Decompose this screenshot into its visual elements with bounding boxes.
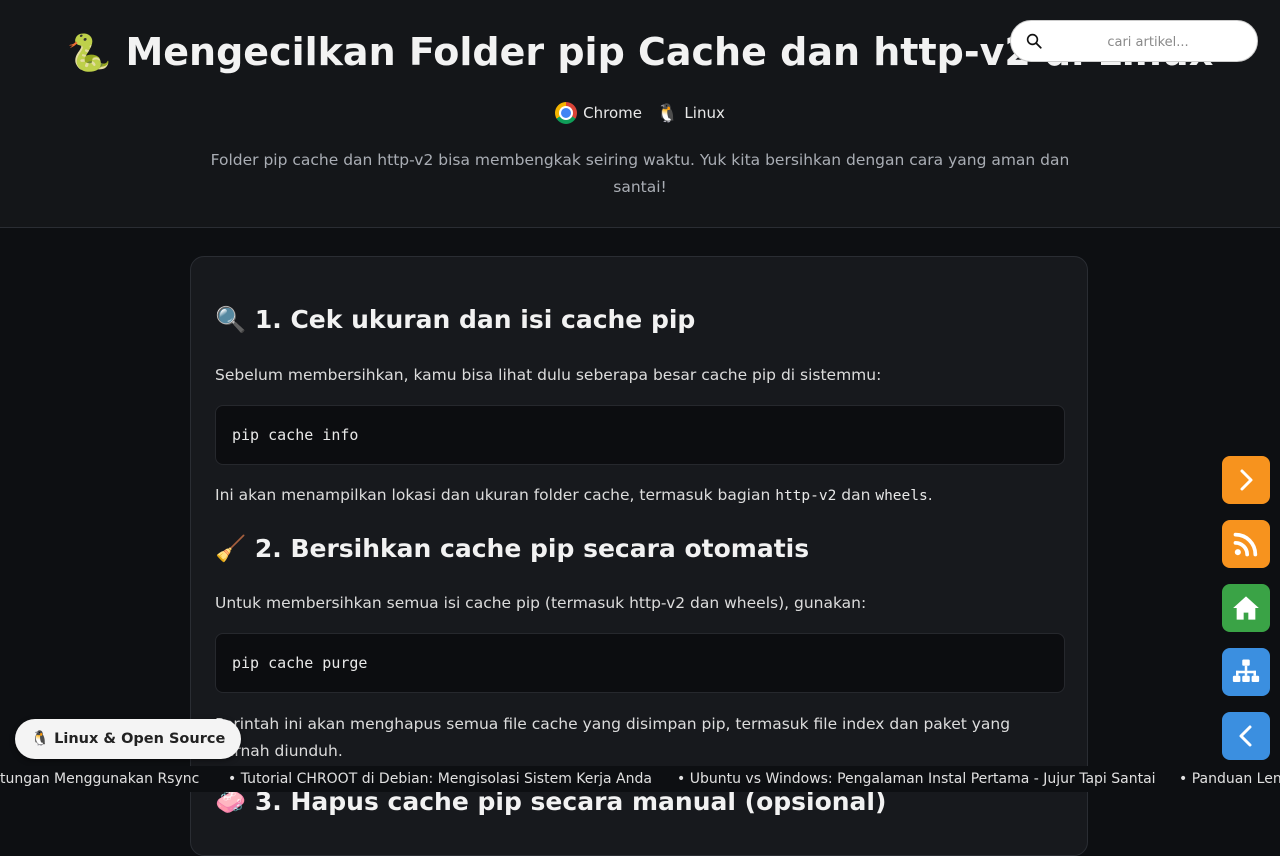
page-subtitle: Folder pip cache dan http-v2 bisa memben… — [210, 151, 1070, 196]
search-box[interactable] — [1010, 20, 1258, 62]
section-heading-text: 2. Bersihkan cache pip secara otomatis — [254, 534, 810, 563]
rss-icon — [1233, 532, 1258, 557]
section-paragraph: Untuk membersihkan semua isi cache pip (… — [215, 594, 867, 612]
section-heading-text: 1. Cek ukuran dan isi cache pip — [254, 305, 696, 334]
section-paragraph: Perintah ini akan menghapus semua file c… — [215, 715, 1011, 760]
inline-code: http-v2 — [775, 488, 837, 504]
search-input[interactable] — [1051, 29, 1245, 55]
next-button[interactable] — [1222, 456, 1270, 504]
ticker-item-text: Tutorial CHROOT di Debian: Mengisolasi S… — [240, 771, 652, 787]
category-badge-label: Linux & Open Source — [54, 731, 226, 747]
paragraph-text: Ini akan menampilkan lokasi dan ukuran f… — [215, 486, 776, 504]
chrome-icon — [555, 102, 578, 124]
platform-label: Linux — [684, 104, 725, 122]
category-badge[interactable]: 🐧 Linux & Open Source — [15, 719, 242, 759]
platform-list: Chrome 🐧 Linux — [0, 102, 1280, 124]
ticker-item[interactable]: • Panduan Len — [1179, 766, 1280, 792]
magnifier-icon: 🔍 — [215, 305, 247, 334]
broom-icon: 🧹 — [215, 534, 247, 563]
platform-chrome: Chrome — [555, 102, 642, 124]
rss-button[interactable] — [1222, 520, 1270, 568]
code-block[interactable]: pip cache info — [215, 405, 1065, 465]
tux-icon: 🐧 — [31, 731, 50, 747]
chevron-right-icon — [1240, 469, 1253, 491]
home-button[interactable] — [1222, 584, 1270, 632]
ticker-item-text: Panduan Len — [1191, 771, 1280, 787]
news-ticker: tungan Menggunakan Rsync • Tutorial CHRO… — [0, 766, 1280, 792]
paragraph-text: . — [927, 486, 933, 504]
ticker-item-text: Ubuntu vs Windows: Pengalaman Instal Per… — [689, 771, 1156, 787]
prev-button[interactable] — [1222, 712, 1270, 760]
sitemap-icon — [1232, 659, 1260, 682]
search-icon — [1026, 33, 1042, 49]
section-heading-2: 🧹 2. Bersihkan cache pip secara otomatis — [215, 534, 809, 564]
tux-icon: 🐧 — [656, 102, 679, 124]
inline-code: wheels — [875, 488, 928, 504]
section-paragraph: Sebelum membersihkan, kamu bisa lihat du… — [215, 366, 882, 384]
ticker-item-text: tungan Menggunakan Rsync — [0, 771, 200, 787]
ticker-item[interactable]: • Tutorial CHROOT di Debian: Mengisolasi… — [228, 766, 652, 792]
section-heading-1: 🔍 1. Cek ukuran dan isi cache pip — [215, 305, 695, 335]
code-block[interactable]: pip cache purge — [215, 633, 1065, 693]
platform-label: Chrome — [583, 104, 642, 122]
ticker-item[interactable]: tungan Menggunakan Rsync — [0, 766, 199, 792]
ticker-item[interactable]: • Ubuntu vs Windows: Pengalaman Instal P… — [677, 766, 1156, 792]
paragraph-text: dan — [836, 486, 876, 504]
sitemap-button[interactable] — [1222, 648, 1270, 696]
chevron-left-icon — [1239, 725, 1252, 747]
home-icon — [1233, 596, 1259, 620]
platform-linux: 🐧 Linux — [656, 102, 725, 124]
snake-icon: 🐍 — [66, 33, 112, 74]
section-paragraph: Ini akan menampilkan lokasi dan ukuran f… — [215, 482, 1065, 510]
